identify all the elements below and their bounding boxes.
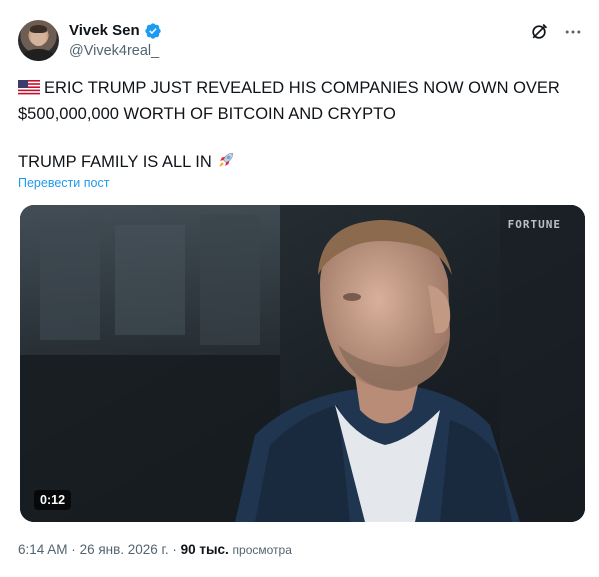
tweet-text-line-2: $500,000,000 WORTH OF BITCOIN AND CRYPTO	[18, 105, 396, 123]
author-name-row[interactable]: Vivek Sen	[69, 21, 162, 41]
tweet-text-line-1: ERIC TRUMP JUST REVEALED HIS COMPANIES N…	[18, 76, 578, 102]
grok-icon[interactable]	[529, 22, 549, 47]
rocket-icon	[216, 150, 236, 177]
tweet-header: Vivek Sen @Vivek4real_	[18, 20, 583, 64]
avatar[interactable]	[18, 20, 59, 61]
tweet-text-line-1-text: ERIC TRUMP JUST REVEALED HIS COMPANIES N…	[44, 79, 560, 97]
views-label: просмотра	[232, 543, 292, 557]
header-actions	[529, 22, 583, 47]
fortune-watermark: FORTUNE	[507, 218, 561, 231]
author-handle[interactable]: @Vivek4real_	[69, 41, 162, 61]
meta-separator-2: ·	[172, 542, 177, 557]
us-flag-icon	[18, 78, 40, 102]
verified-badge-icon[interactable]	[144, 22, 162, 40]
author-display-name[interactable]: Vivek Sen	[69, 21, 140, 41]
tweet-text: ERIC TRUMP JUST REVEALED HIS COMPANIES N…	[18, 76, 578, 177]
post-time[interactable]: 6:14 AM	[18, 542, 68, 557]
avatar-shirt	[22, 49, 55, 61]
video-duration-badge: 0:12	[34, 490, 72, 510]
avatar-hair	[30, 25, 47, 33]
video-player[interactable]: FORTUNE 0:12	[20, 205, 585, 522]
tweet-text-line-3-text: TRUMP FAMILY IS ALL IN	[18, 153, 212, 171]
tweet-meta: 6:14 AM · 26 янв. 2026 г. · 90 тыс. прос…	[18, 542, 292, 557]
translate-post-link[interactable]: Перевести пост	[18, 176, 109, 190]
author-names: Vivek Sen @Vivek4real_	[69, 21, 162, 61]
tweet-text-line-3: TRUMP FAMILY IS ALL IN	[18, 150, 578, 177]
video-frame	[20, 205, 585, 522]
more-icon[interactable]	[563, 22, 583, 47]
meta-separator: ·	[71, 542, 76, 557]
post-date[interactable]: 26 янв. 2026 г.	[80, 542, 169, 557]
views-count: 90 тыс.	[180, 542, 229, 557]
tweet: Vivek Sen @Vivek4real_ ERIC TRUMP JUST R…	[0, 0, 599, 577]
